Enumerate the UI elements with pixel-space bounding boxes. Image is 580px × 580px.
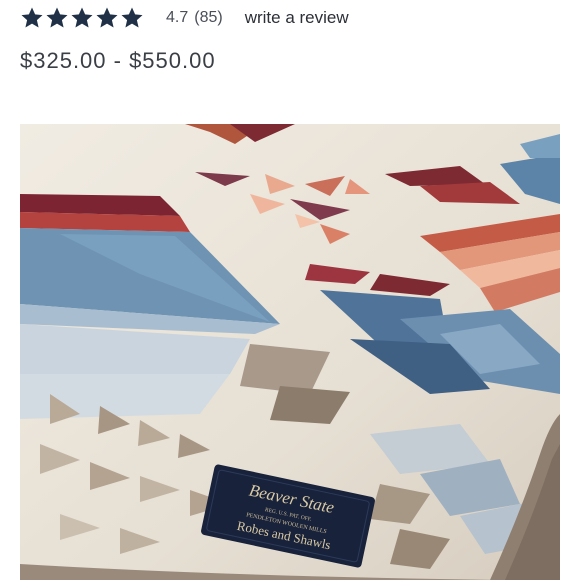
star-icon (71, 7, 93, 28)
star-icon (121, 7, 143, 28)
star-icon (21, 7, 43, 28)
rating-row: 4.7 (85) write a review (20, 4, 349, 32)
write-review-link[interactable]: write a review (245, 8, 349, 28)
product-photo-icon: Beaver State REG. U.S. PAT. OFF. PENDLET… (20, 124, 560, 580)
product-image[interactable]: Beaver State REG. U.S. PAT. OFF. PENDLET… (20, 124, 560, 580)
star-icon (96, 7, 118, 28)
rating-value: 4.7 (166, 9, 189, 26)
review-count[interactable]: (85) (194, 9, 222, 27)
star-icon (46, 7, 68, 28)
price-range: $325.00 - $550.00 (20, 48, 216, 73)
star-rating[interactable] (20, 6, 144, 30)
